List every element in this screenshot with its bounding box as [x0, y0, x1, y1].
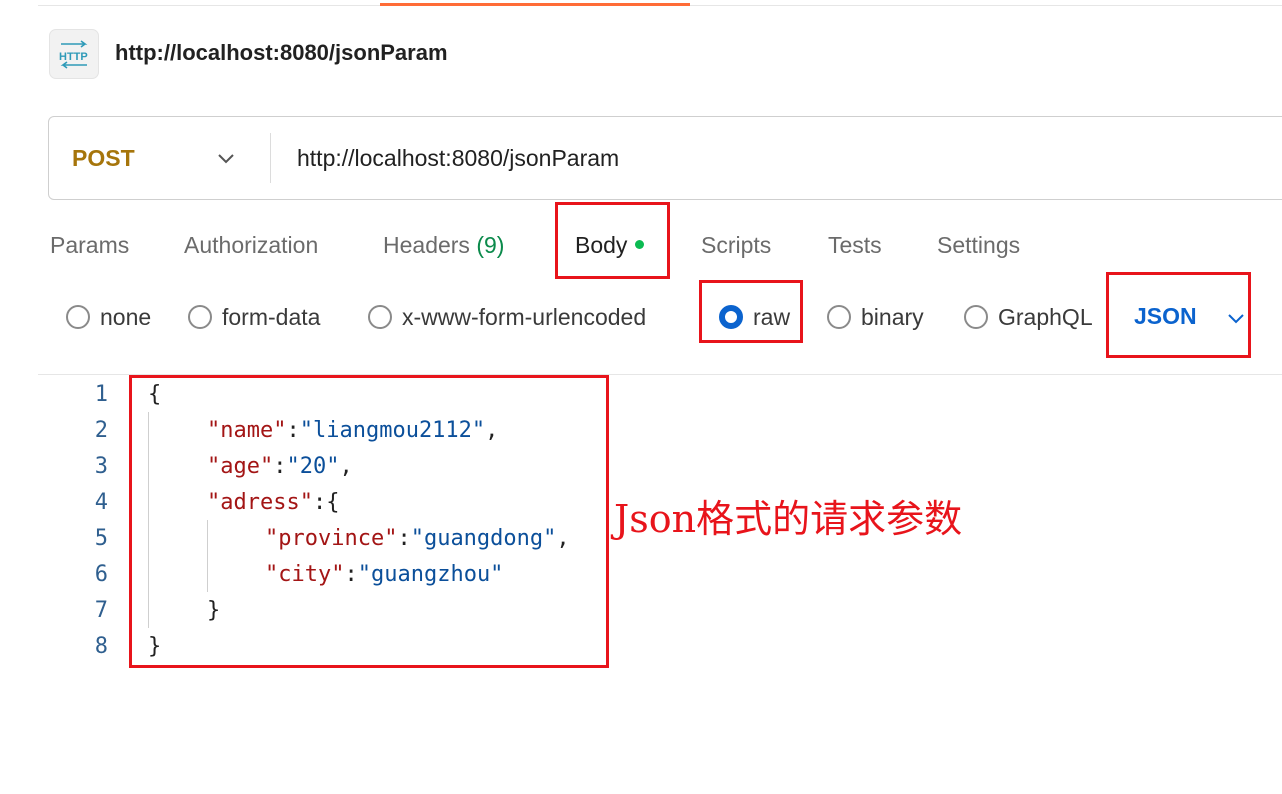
radio-none[interactable]	[66, 305, 90, 329]
highlight-body-tab	[555, 202, 670, 279]
line-number: 8	[94, 634, 108, 659]
http-icon: HTTP	[49, 29, 99, 79]
radio-form-data[interactable]	[188, 305, 212, 329]
line-number: 1	[94, 382, 108, 407]
tab-headers-label: Headers	[383, 232, 470, 258]
radio-urlencoded-label[interactable]: x-www-form-urlencoded	[402, 304, 646, 331]
tab-scripts[interactable]: Scripts	[701, 232, 771, 259]
tab-tests[interactable]: Tests	[828, 232, 882, 259]
line-number: 7	[94, 598, 108, 623]
annotation-text: Json格式的请求参数	[614, 497, 963, 541]
request-title[interactable]: http://localhost:8080/jsonParam	[115, 40, 448, 66]
chevron-down-icon[interactable]	[216, 150, 236, 166]
radio-urlencoded[interactable]	[368, 305, 392, 329]
highlight-raw-option	[699, 280, 803, 343]
line-number: 3	[94, 454, 108, 479]
radio-graphql[interactable]	[964, 305, 988, 329]
tab-settings[interactable]: Settings	[937, 232, 1020, 259]
radio-binary-label[interactable]: binary	[861, 304, 924, 331]
tab-headers[interactable]: Headers (9)	[383, 232, 504, 259]
method-select[interactable]: POST	[72, 145, 135, 172]
active-tab-indicator	[380, 3, 690, 6]
svg-text:HTTP: HTTP	[59, 51, 88, 63]
highlight-json-select	[1106, 272, 1251, 358]
radio-binary[interactable]	[827, 305, 851, 329]
radio-form-data-label[interactable]: form-data	[222, 304, 320, 331]
highlight-json-body	[129, 375, 609, 668]
url-input[interactable]: http://localhost:8080/jsonParam	[297, 145, 619, 172]
line-number: 5	[94, 526, 108, 551]
tab-params[interactable]: Params	[50, 232, 129, 259]
line-number: 4	[94, 490, 108, 515]
radio-graphql-label[interactable]: GraphQL	[998, 304, 1093, 331]
url-divider	[270, 133, 271, 183]
tab-authorization[interactable]: Authorization	[184, 232, 318, 259]
line-number: 6	[94, 562, 108, 587]
line-number: 2	[94, 418, 108, 443]
radio-none-label[interactable]: none	[100, 304, 151, 331]
headers-count-badge: (9)	[476, 232, 505, 258]
